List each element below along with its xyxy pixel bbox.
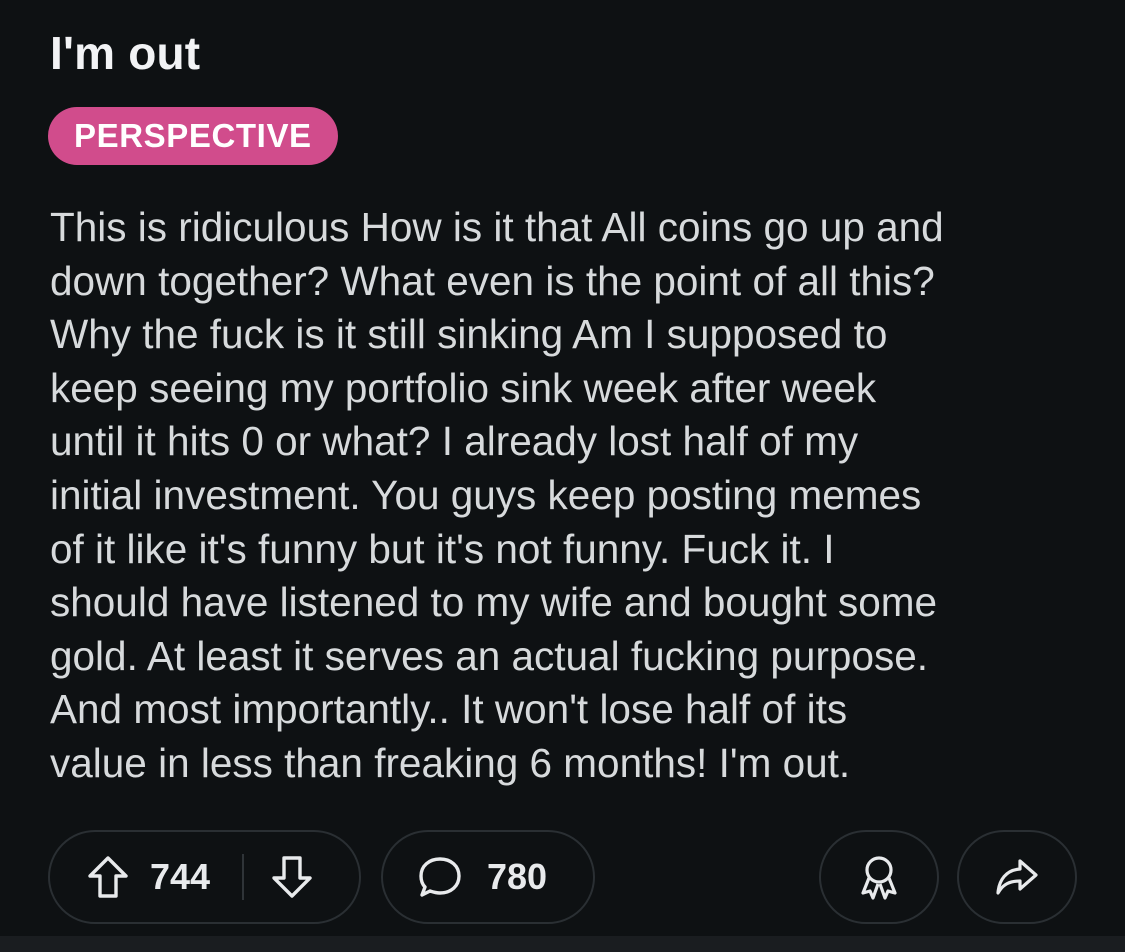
- award-button[interactable]: [819, 830, 939, 924]
- upvote-arrow-icon[interactable]: [86, 854, 130, 900]
- bottom-edge-bar: [0, 936, 1125, 952]
- comments-button[interactable]: 780: [381, 830, 595, 924]
- award-ribbon-icon: [857, 853, 901, 901]
- share-button[interactable]: [957, 830, 1077, 924]
- downvote-arrow-icon[interactable]: [270, 854, 314, 900]
- vote-bar: 744: [48, 830, 361, 924]
- comment-count: 780: [487, 856, 548, 897]
- upvote-count: 744: [150, 856, 211, 897]
- vote-divider: [242, 854, 245, 900]
- share-arrow-icon: [994, 857, 1040, 897]
- post-body-text: This is ridiculous How is it that All co…: [50, 204, 944, 786]
- comment-bubble-icon: [417, 855, 463, 899]
- post-title[interactable]: I'm out: [50, 26, 200, 80]
- post-card: I'm out PERSPECTIVE This is ridiculous H…: [0, 0, 1125, 936]
- post-flair-badge[interactable]: PERSPECTIVE: [48, 107, 338, 165]
